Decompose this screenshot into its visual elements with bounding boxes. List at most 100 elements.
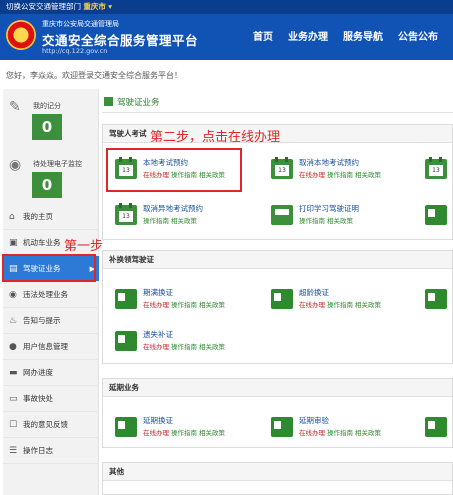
guide-link[interactable]: 操作指南 [299, 217, 325, 225]
sidebar: ✎ 我的记分 0 ◉ 待处理电子监控 0 ⌂ 我的主页 ▣ 机动车业务 ▤ 驾驶证业务… [3, 89, 99, 495]
apply-online-link[interactable]: 在线办理 [299, 171, 325, 179]
service-item[interactable]: 延期审验 在线办理 操作指南 相关政策 [271, 415, 391, 441]
top-bar: 切换公安交通管理部门 重庆市 ▾ [0, 0, 453, 14]
home-icon: ⌂ [9, 211, 15, 222]
guide-link[interactable]: 操作指南 [143, 217, 169, 225]
policy-link[interactable]: 相关政策 [171, 217, 197, 225]
divider [102, 112, 453, 113]
guide-link[interactable]: 操作指南 [327, 429, 353, 437]
service-item[interactable]: 打印学习驾驶证明 操作指南 相关政策 [271, 203, 401, 229]
site-url: http://cq.122.gov.cn [42, 47, 108, 55]
sidebar-item-notices[interactable]: ♨ 告知与提示 [3, 308, 99, 334]
guide-link[interactable]: 操作指南 [171, 301, 197, 309]
calendar-icon[interactable]: 13 [425, 157, 447, 179]
nav-announcements[interactable]: 公告公布 [398, 28, 438, 48]
apply-online-link[interactable]: 在线办理 [143, 343, 169, 351]
panel-title: 延期业务 [103, 379, 452, 397]
calendar-icon: 13 [271, 157, 293, 179]
accident-icon: ▭ [9, 393, 18, 404]
policy-link[interactable]: 相关政策 [199, 343, 225, 351]
nav-business[interactable]: 业务办理 [288, 28, 328, 48]
step1-highlight [2, 254, 96, 282]
sidebar-item-feedback[interactable]: ☐ 我的意见反馈 [3, 412, 99, 438]
license-icon [104, 97, 113, 106]
feedback-icon: ☐ [9, 419, 18, 430]
guide-link[interactable]: 操作指南 [327, 301, 353, 309]
log-icon: ☰ [9, 445, 18, 456]
camera-icon: ◉ [9, 157, 22, 173]
service-links: 在线办理 操作指南 相关政策 [299, 299, 381, 309]
camera-icon: ◉ [9, 289, 17, 300]
service-name[interactable]: 超龄换证 [299, 287, 329, 298]
policy-link[interactable]: 相关政策 [355, 301, 381, 309]
bell-icon: ♨ [9, 315, 18, 326]
site-header: 重庆市公安局交通管理局 交通安全综合服务管理平台 http://cq.122.g… [0, 14, 453, 60]
service-links: 操作指南 相关政策 [143, 215, 197, 225]
monitor-stat[interactable]: ◉ 待处理电子监控 0 [3, 147, 99, 207]
printer-icon [271, 205, 293, 225]
score-value: 0 [32, 114, 62, 140]
service-item[interactable]: 13 取消本地考试预约 在线办理 操作指南 相关政策 [271, 157, 391, 183]
apply-online-link[interactable]: 在线办理 [299, 301, 325, 309]
monitor-label: 待处理电子监控 [33, 160, 82, 168]
policy-link[interactable]: 相关政策 [199, 429, 225, 437]
score-label: 我的记分 [33, 102, 61, 110]
service-name[interactable]: 打印学习驾驶证明 [299, 203, 359, 214]
service-links: 在线办理 操作指南 相关政策 [143, 299, 225, 309]
sidebar-item-home[interactable]: ⌂ 我的主页 [3, 204, 99, 230]
policy-link[interactable]: 相关政策 [327, 217, 353, 225]
guide-link[interactable]: 操作指南 [327, 171, 353, 179]
step2-annotation: 第二步，点击在线办理 [150, 130, 281, 145]
truck-icon: ▣ [9, 237, 18, 248]
apply-online-link[interactable]: 在线办理 [143, 429, 169, 437]
license-card-icon [271, 289, 293, 309]
extension-panel: 延期业务 延期换证 在线办理 操作指南 相关政策 延期审验 在线办理 操作指南 相关政策 [102, 378, 453, 448]
license-card-icon [115, 417, 137, 437]
panel-title: 其他 [103, 463, 452, 481]
service-name[interactable]: 延期换证 [143, 415, 173, 426]
service-item[interactable]: 超龄换证 在线办理 操作指南 相关政策 [271, 287, 391, 313]
sidebar-item-violation[interactable]: ◉ 违法处理业务 [3, 282, 99, 308]
payment-icon[interactable] [425, 205, 447, 225]
service-name[interactable]: 延期审验 [299, 415, 329, 426]
service-name[interactable]: 取消异地考试预约 [143, 203, 203, 214]
sidebar-item-accident[interactable]: ▭ 事故快处 [3, 386, 99, 412]
greeting-text: 您好，李焱焱。欢迎登录交通安全综合服务平台！ [6, 71, 182, 80]
panel-title: 补换领驾驶证 [103, 251, 452, 269]
document-score-icon: ✎ [9, 99, 21, 115]
service-item[interactable]: 期满换证 在线办理 操作指南 相关政策 [115, 287, 235, 313]
sidebar-item-log[interactable]: ☰ 操作日志 [3, 438, 99, 464]
service-name[interactable]: 取消本地考试预约 [299, 157, 359, 168]
nav-home[interactable]: 首页 [253, 28, 273, 48]
guide-link[interactable]: 操作指南 [171, 429, 197, 437]
main-nav: 首页 业务办理 服务导航 公告公布 [253, 28, 453, 48]
service-item[interactable]: 延期换证 在线办理 操作指南 相关政策 [115, 415, 235, 441]
person-icon[interactable] [425, 417, 447, 437]
monitor-value: 0 [32, 172, 62, 198]
service-item[interactable]: 遗失补证 在线办理 操作指南 相关政策 [115, 329, 235, 355]
nav-guide[interactable]: 服务导航 [343, 28, 383, 48]
policy-link[interactable]: 相关政策 [355, 171, 381, 179]
city-selector[interactable]: 重庆市 [83, 2, 106, 11]
sidebar-item-progress[interactable]: ▬ 网办进度 [3, 360, 99, 386]
switch-department-link[interactable]: 切换公安交通管理部门 [6, 2, 81, 11]
guide-link[interactable]: 操作指南 [171, 343, 197, 351]
sidebar-item-user-info[interactable]: ● 用户信息管理 [3, 334, 99, 360]
step2-highlight [106, 148, 242, 192]
apply-online-link[interactable]: 在线办理 [299, 429, 325, 437]
calendar-icon: 13 [115, 203, 137, 225]
score-stat[interactable]: ✎ 我的记分 0 [3, 89, 99, 149]
service-links: 在线办理 操作指南 相关政策 [143, 427, 225, 437]
policy-link[interactable]: 相关政策 [199, 301, 225, 309]
service-links: 操作指南 相关政策 [299, 215, 353, 225]
service-name[interactable]: 遗失补证 [143, 329, 173, 340]
policy-link[interactable]: 相关政策 [355, 429, 381, 437]
license-card-icon[interactable] [425, 289, 447, 309]
service-links: 在线办理 操作指南 相关政策 [143, 341, 225, 351]
service-name[interactable]: 期满换证 [143, 287, 173, 298]
chevron-down-icon[interactable]: ▾ [108, 2, 112, 11]
service-item[interactable]: 13 取消异地考试预约 操作指南 相关政策 [115, 203, 245, 229]
apply-online-link[interactable]: 在线办理 [143, 301, 169, 309]
user-icon: ● [9, 341, 17, 352]
license-card-icon [271, 417, 293, 437]
